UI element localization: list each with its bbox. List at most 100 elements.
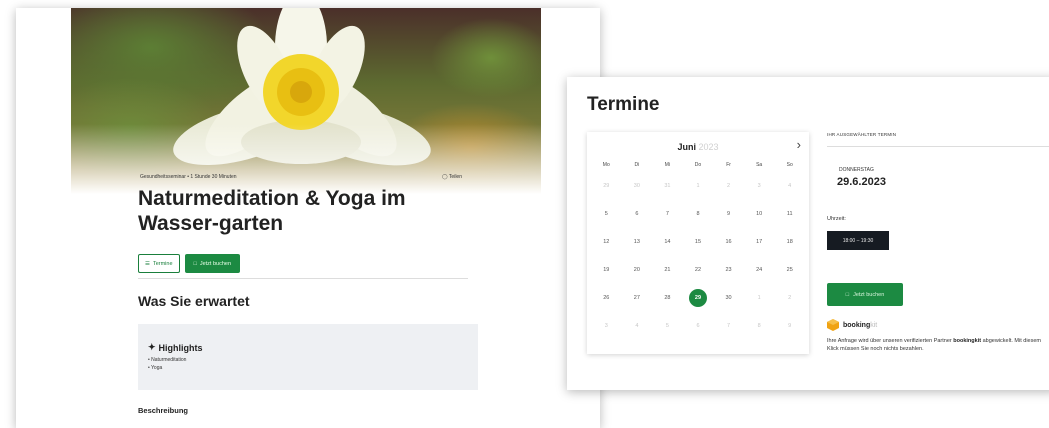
- next-month-chevron-icon[interactable]: ›: [797, 137, 801, 152]
- calendar-day-number: 2: [727, 183, 731, 189]
- calendar-day-number: 6: [696, 323, 700, 329]
- divider: [827, 146, 1049, 147]
- selected-date: 29.6.2023: [837, 176, 886, 188]
- calendar-day-number: 24: [756, 267, 763, 273]
- calendar-week-row: 19 20 21 22 23 24 25: [591, 256, 805, 284]
- calendar-day-number: 1: [757, 295, 761, 301]
- calendar-day[interactable]: 7: [652, 211, 683, 217]
- calendar-day[interactable]: 11: [774, 211, 805, 217]
- calendar-day-number: 30: [725, 295, 732, 301]
- book-now-label: Jetzt buchen: [199, 260, 232, 267]
- calendar-day-number: 16: [725, 239, 732, 245]
- calendar-weekday-label: Sa: [756, 162, 763, 168]
- calendar-day[interactable]: 15: [683, 239, 714, 245]
- ticket-icon: □: [193, 260, 197, 267]
- event-title: Naturmeditation & Yoga im Wasser-garten: [138, 187, 406, 235]
- calendar-weekday-label: Di: [634, 162, 640, 168]
- calendar-day[interactable]: 21: [652, 267, 683, 273]
- calendar-day[interactable]: 13: [622, 239, 653, 245]
- calendar-day-number: 26: [603, 295, 610, 301]
- calendar-weekday-label: Do: [694, 162, 702, 168]
- calendar-day-number: 5: [604, 211, 608, 217]
- calendar-day: 5: [652, 323, 683, 329]
- termine-button[interactable]: ☰ Termine: [138, 254, 180, 273]
- calendar-day-number: 22: [694, 267, 702, 273]
- highlights-list: • Naturmeditation • Yoga: [148, 356, 186, 372]
- calendar-day[interactable]: 26: [591, 295, 622, 301]
- calendar-day[interactable]: 9: [713, 211, 744, 217]
- calendar-day-number: 18: [786, 239, 793, 245]
- calendar-day[interactable]: 10: [744, 211, 775, 217]
- calendar-day: 9: [774, 323, 805, 329]
- calendar-day[interactable]: 6: [622, 211, 653, 217]
- bookingkit-logo: bookingkit: [827, 319, 877, 331]
- calendar-day-number: 10: [756, 211, 763, 217]
- calendar-day-number: 4: [788, 183, 792, 189]
- calendar-weekday-label: Mi: [664, 162, 671, 168]
- ticket-icon: □: [845, 291, 850, 298]
- calendar-day[interactable]: 8: [683, 211, 714, 217]
- action-buttons: ☰ Termine □ Jetzt buchen: [138, 254, 241, 273]
- calendar-day-selected[interactable]: 29: [683, 289, 714, 307]
- calendar-day[interactable]: 14: [652, 239, 683, 245]
- calendar-day: 4: [774, 183, 805, 189]
- book-now-button[interactable]: □ Jetzt buchen: [827, 283, 903, 306]
- calendar-week-row: 5 6 7 8 9 10 11: [591, 200, 805, 228]
- calendar-day-number: 8: [696, 211, 700, 217]
- calendar-day-number: 28: [664, 295, 671, 301]
- termine-title: Termine: [587, 94, 660, 115]
- water-lily-illustration: [173, 8, 431, 166]
- list-item: • Naturmeditation: [148, 357, 187, 363]
- date-picker-calendar: Juni 2023 › Mo Di Mi Do Fr Sa So 29 30 31 1 2 3 4 5 6 7 8…: [587, 132, 809, 354]
- section-title-expectations: Was Sie erwartet: [138, 293, 250, 309]
- calendar-weekday-label: Fr: [726, 162, 731, 168]
- book-now-button[interactable]: □ Jetzt buchen: [184, 254, 241, 273]
- calendar-day-number: 9: [727, 211, 731, 217]
- share-link[interactable]: ◯ Teilen: [442, 174, 462, 180]
- calendar-day[interactable]: 17: [744, 239, 775, 245]
- calendar-week-row: 3 4 5 6 7 8 9: [591, 312, 805, 340]
- calendar-day-number: 4: [635, 323, 639, 329]
- calendar-day-number: 20: [633, 267, 640, 273]
- calendar-day: 7: [713, 323, 744, 329]
- calendar-day-number: 31: [664, 183, 671, 189]
- calendar-day[interactable]: 19: [591, 267, 622, 273]
- event-meta-info: Gesundheitsseminar • 1 Stunde 30 Minuten: [140, 174, 237, 180]
- termine-card: Termine Juni 2023 › Mo Di Mi Do Fr Sa So 29 30 31…: [567, 77, 1049, 390]
- list-item: • Yoga: [148, 365, 163, 371]
- calendar-day[interactable]: 25: [774, 267, 805, 273]
- calendar-day-number: 17: [756, 239, 763, 245]
- calendar-day[interactable]: 5: [591, 211, 622, 217]
- calendar-day[interactable]: 28: [652, 295, 683, 301]
- calendar-day-number: 11: [786, 211, 793, 217]
- time-slot-chip[interactable]: 18:00 – 19:30: [827, 231, 889, 250]
- sparkle-icon: ✦: [148, 342, 156, 352]
- calendar-day[interactable]: 27: [622, 295, 653, 301]
- calendar-day-number: 13: [633, 239, 640, 245]
- calendar-day[interactable]: 18: [774, 239, 805, 245]
- calendar-day-number: 29: [688, 289, 707, 307]
- calendar-day[interactable]: 16: [713, 239, 744, 245]
- calendar-grid: Mo Di Mi Do Fr Sa So 29 30 31 1 2 3 4 5 6 7 8 9 10 11 12 13 14 1…: [591, 158, 805, 340]
- share-icon: ◯: [442, 174, 448, 180]
- calendar-day-number: 5: [665, 323, 669, 329]
- calendar-day: 2: [774, 295, 805, 301]
- calendar-day-number: 7: [665, 211, 669, 217]
- calendar-day[interactable]: 23: [713, 267, 744, 273]
- hero-image-water-lily: [71, 8, 541, 194]
- calendar-weekday-label: So: [786, 162, 793, 168]
- calendar-day: 30: [622, 183, 653, 189]
- calendar-day-number: 14: [664, 239, 671, 245]
- calendar-month: Juni: [677, 142, 696, 152]
- calendar-day[interactable]: 12: [591, 239, 622, 245]
- event-meta-row: Gesundheitsseminar • 1 Stunde 30 Minuten…: [140, 174, 462, 180]
- calendar-day-number: 2: [788, 295, 792, 301]
- calendar-day[interactable]: 24: [744, 267, 775, 273]
- calendar-weekday-label: Mo: [602, 162, 610, 168]
- calendar-day[interactable]: 22: [683, 267, 714, 273]
- selected-weekday: DONNERSTAG: [839, 167, 874, 173]
- calendar-day[interactable]: 20: [622, 267, 653, 273]
- calendar-day-number: 8: [757, 323, 761, 329]
- calendar-day[interactable]: 30: [713, 295, 744, 301]
- bookingkit-cube-icon: [827, 319, 839, 331]
